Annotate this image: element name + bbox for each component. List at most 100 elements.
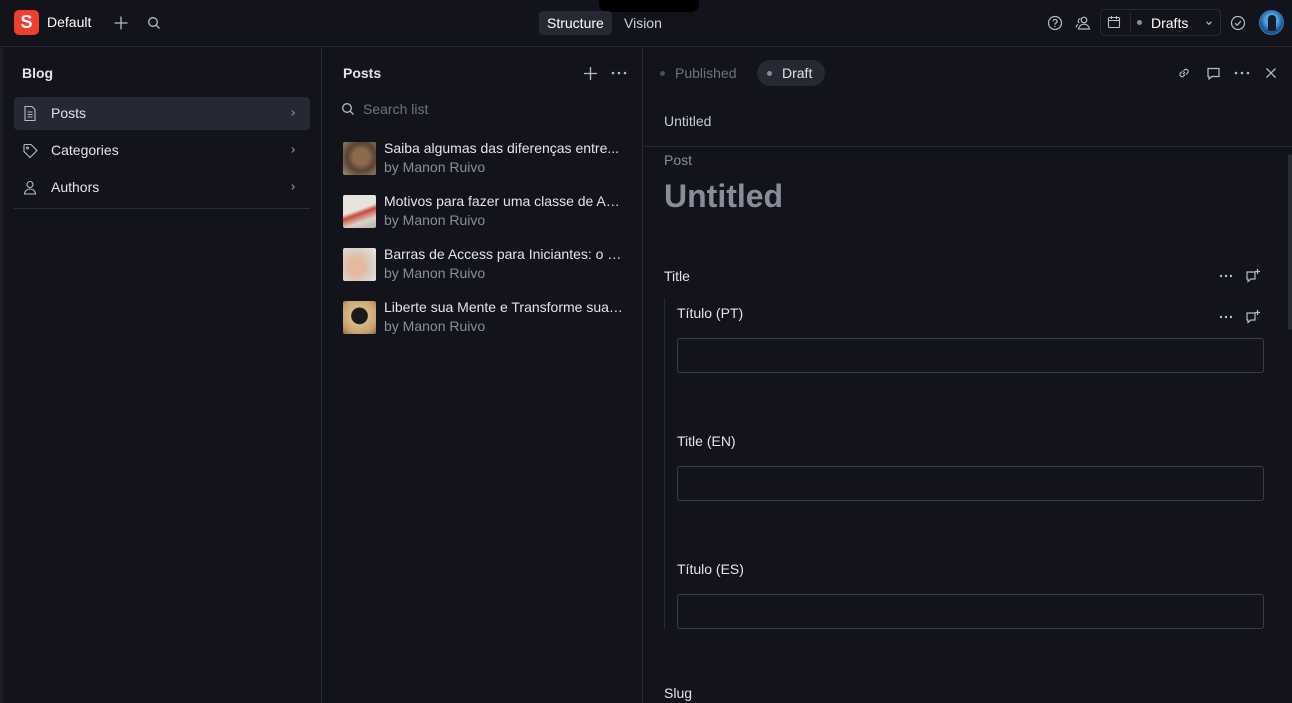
list-item[interactable]: Liberte sua Mente e Transforme sua vida.…: [335, 295, 635, 343]
perspective-divider: [1130, 13, 1131, 32]
sidebar-item-categories[interactable]: Categories: [14, 134, 310, 167]
post-author: by Manon Ruivo: [384, 159, 486, 175]
user-icon: [22, 179, 38, 196]
post-thumbnail: [343, 248, 376, 281]
draft-status[interactable]: Draft: [757, 60, 825, 86]
title-pt-input[interactable]: [677, 338, 1264, 373]
blog-pane: Blog Posts Categories Authors: [3, 48, 322, 703]
comment-add-icon: [1246, 269, 1260, 283]
document-title: Untitled: [664, 178, 784, 214]
chevron-right-icon: [288, 145, 298, 155]
close-icon: [1266, 68, 1276, 78]
published-label: Published: [675, 65, 737, 81]
published-status[interactable]: Published: [660, 61, 737, 85]
tasks-button[interactable]: [1228, 12, 1248, 34]
comment-add-icon: [1246, 310, 1260, 324]
help-circle-icon: [1047, 15, 1063, 31]
top-bar: S Default Structure Vision Drafts: [0, 0, 1292, 47]
status-dot: [767, 70, 772, 76]
chevron-right-icon: [288, 182, 298, 192]
presence-button[interactable]: [1074, 12, 1094, 34]
title-field-actions: [1218, 267, 1268, 287]
comments-button[interactable]: [1203, 62, 1223, 84]
add-comment-button[interactable]: [1244, 308, 1262, 326]
plus-icon: [583, 66, 597, 80]
perspective-label: Drafts: [1151, 15, 1189, 31]
sidebar-item-posts[interactable]: Posts: [14, 97, 310, 130]
sanity-logo[interactable]: S: [14, 10, 39, 35]
perspective-dropdown[interactable]: Drafts: [1100, 9, 1221, 36]
document-menu-button[interactable]: [1232, 62, 1252, 84]
post-author: by Manon Ruivo: [384, 265, 486, 281]
document-type: Post: [664, 152, 693, 168]
calendar-icon[interactable]: [1107, 15, 1121, 29]
title-pt-label: Título (PT): [677, 305, 744, 321]
slug-label: Slug: [664, 685, 693, 701]
pane-title: Posts: [343, 65, 382, 81]
workspace-name[interactable]: Default: [47, 14, 91, 30]
comment-icon: [1206, 67, 1220, 80]
field-group-line: [664, 298, 665, 628]
header-divider: [644, 146, 1292, 147]
title-en-label: Title (EN): [677, 433, 736, 449]
sidebar-item-authors[interactable]: Authors: [14, 171, 310, 204]
search-list: [341, 98, 631, 120]
posts-pane: Posts Saiba algumas das diferenças entre…: [323, 48, 643, 703]
add-post-button[interactable]: [579, 62, 601, 84]
field-menu-button[interactable]: [1218, 308, 1234, 326]
tag-icon: [22, 142, 39, 159]
post-thumbnail: [343, 301, 376, 334]
post-title: Liberte sua Mente e Transforme sua vida.…: [384, 299, 624, 315]
user-avatar[interactable]: [1259, 10, 1284, 35]
chevron-down-icon: [1204, 18, 1214, 28]
sidebar-item-label: Posts: [51, 105, 87, 121]
global-search-button[interactable]: [144, 12, 164, 34]
tab-vision[interactable]: Vision: [616, 11, 670, 35]
title-pt-actions: [1218, 308, 1268, 328]
title-group-label: Title: [664, 268, 690, 284]
check-circle-icon: [1230, 15, 1246, 31]
title-en-input[interactable]: [677, 466, 1264, 501]
ellipsis-icon: [1234, 71, 1250, 75]
draft-label: Draft: [782, 65, 813, 81]
tab-structure[interactable]: Structure: [539, 11, 612, 35]
ellipsis-icon: [1219, 315, 1233, 319]
document-editor: Published Draft Untitled Post Untitled T…: [644, 48, 1292, 703]
pane-title: Blog: [22, 65, 54, 81]
posts-menu-button[interactable]: [609, 62, 629, 84]
link-icon: [1179, 68, 1189, 78]
add-comment-button[interactable]: [1244, 267, 1262, 285]
ellipsis-icon: [1219, 274, 1233, 278]
status-dot: [660, 70, 665, 76]
search-input[interactable]: [363, 98, 623, 120]
create-new-document-button[interactable]: [110, 12, 132, 34]
list-item[interactable]: Barras de Access para Iniciantes: o que.…: [335, 242, 635, 290]
title-es-input[interactable]: [677, 594, 1264, 629]
sidebar-item-label: Authors: [51, 179, 100, 195]
editor-scrollbar[interactable]: [1288, 154, 1292, 330]
post-thumbnail: [343, 195, 376, 228]
search-icon: [148, 17, 160, 29]
draft-status-dot: [1137, 20, 1142, 25]
post-author: by Manon Ruivo: [384, 318, 486, 334]
field-menu-button[interactable]: [1218, 267, 1234, 285]
list-item[interactable]: Motivos para fazer uma classe de Access.…: [335, 189, 635, 237]
document-icon: [22, 105, 38, 122]
post-author: by Manon Ruivo: [384, 212, 486, 228]
help-button[interactable]: [1045, 12, 1065, 34]
document-breadcrumb: Untitled: [664, 113, 712, 129]
post-title: Motivos para fazer uma classe de Access.…: [384, 193, 624, 209]
plus-icon: [114, 16, 128, 30]
nav-divider: [14, 208, 310, 209]
users-icon: [1075, 16, 1091, 30]
search-icon: [342, 103, 354, 115]
title-es-label: Título (ES): [677, 561, 744, 577]
post-title: Saiba algumas das diferenças entre...: [384, 140, 620, 156]
list-item[interactable]: Saiba algumas das diferenças entre... by…: [335, 136, 635, 184]
sidebar-item-label: Categories: [51, 142, 119, 158]
copy-link-button[interactable]: [1174, 62, 1194, 84]
ellipsis-icon: [611, 71, 627, 75]
close-pane-button[interactable]: [1261, 62, 1281, 84]
post-thumbnail: [343, 142, 376, 175]
post-title: Barras de Access para Iniciantes: o que.…: [384, 246, 624, 262]
